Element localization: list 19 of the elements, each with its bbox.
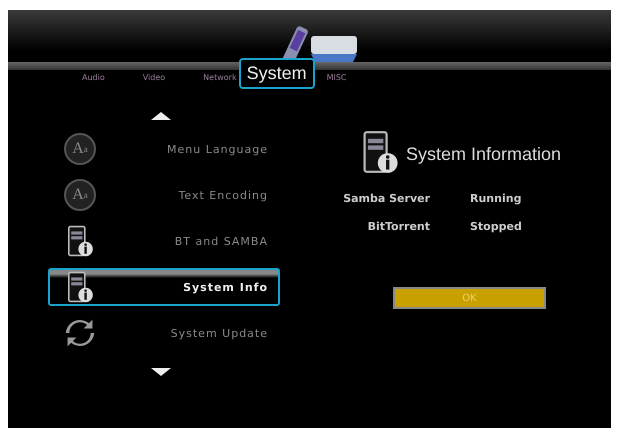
menu-item[interactable]: System Info — [183, 280, 268, 294]
tab[interactable]: Video — [142, 73, 166, 89]
panel-title: System Information — [406, 144, 562, 164]
scroll-up-arrow-icon[interactable] — [151, 112, 171, 120]
info-value: Running — [470, 192, 522, 205]
tab[interactable]: Audio — [82, 73, 105, 89]
info-value: Stopped — [470, 220, 523, 233]
tab[interactable]: Network — [203, 73, 237, 89]
tab[interactable]: MISC — [326, 73, 347, 89]
menu-item[interactable]: Text Encoding — [178, 188, 268, 202]
scroll-down-arrow-icon[interactable] — [151, 368, 171, 376]
menu-item[interactable]: BT and SAMBA — [174, 234, 268, 248]
menu-item[interactable]: Menu Language — [167, 142, 268, 156]
info-label: BitTorrent — [366, 220, 430, 233]
info-label: Samba Server — [342, 192, 430, 205]
tab[interactable]: System — [238, 58, 315, 89]
menu-item-highlight[interactable]: System Info — [48, 268, 280, 306]
menu-item[interactable]: System Update — [170, 326, 268, 340]
refresh-icon — [64, 317, 96, 349]
